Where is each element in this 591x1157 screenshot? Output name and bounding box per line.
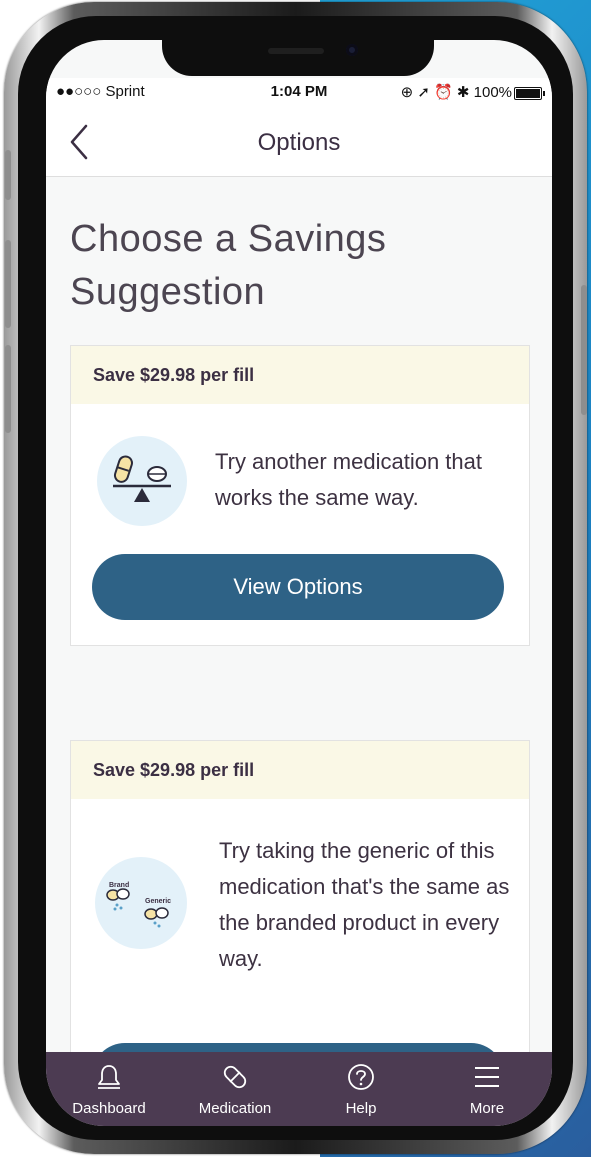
card-header: Save $29.98 per fill — [71, 346, 529, 404]
notch — [162, 40, 434, 76]
bell-icon — [98, 1065, 120, 1089]
headline: Choose a Savings Suggestion — [70, 218, 387, 313]
power-button — [581, 285, 587, 415]
brand-generic-pills-icon: Brand Generic — [95, 857, 187, 949]
savings-card: Save $29.98 per fill Try another medicat… — [70, 345, 530, 646]
content-scroll[interactable]: Choose a Savings Suggestion Save $29.98 … — [46, 177, 552, 1109]
front-camera — [346, 44, 358, 56]
brand-label: Brand — [109, 882, 129, 889]
tab-label: Help — [345, 1100, 377, 1117]
nav-bar: Options — [46, 108, 552, 177]
scale-pills-icon — [97, 436, 187, 526]
status-bar: ●●○○○ Sprint 1:04 PM ⊕ ➚ ⏰ ✱ 100% — [46, 78, 552, 108]
mute-switch — [5, 150, 11, 200]
status-indicators: ⊕ ➚ ⏰ ✱ 100% — [400, 84, 512, 101]
tab-medication[interactable]: Medication — [172, 1052, 298, 1126]
tab-help[interactable]: Help — [298, 1052, 424, 1126]
page-title: Options — [257, 129, 341, 156]
speaker — [268, 48, 324, 54]
question-circle-icon — [348, 1064, 374, 1090]
volume-down-button — [5, 345, 11, 433]
pill-icon — [223, 1065, 247, 1089]
battery-icon — [514, 87, 545, 100]
card-description: Try taking the generic of this medicatio… — [219, 838, 510, 971]
volume-up-button — [5, 240, 11, 328]
generic-label: Generic — [145, 898, 171, 905]
card-header: Save $29.98 per fill — [71, 741, 529, 799]
tab-dashboard[interactable]: Dashboard — [46, 1052, 172, 1126]
savings-card: Save $29.98 per fill Brand Generic Try t… — [70, 740, 530, 1109]
tab-label: Medication — [198, 1100, 272, 1117]
card-description: Try another medication that works the sa… — [215, 449, 482, 510]
tab-more[interactable]: More — [424, 1052, 550, 1126]
screen: ●●○○○ Sprint 1:04 PM ⊕ ➚ ⏰ ✱ 100% Option… — [46, 40, 552, 1126]
tab-bar: Dashboard Medication Help More — [46, 1052, 552, 1126]
tab-label: Dashboard — [72, 1100, 146, 1117]
view-options-button[interactable]: View Options — [92, 554, 504, 620]
tab-label: More — [469, 1100, 505, 1117]
menu-icon — [475, 1067, 499, 1087]
